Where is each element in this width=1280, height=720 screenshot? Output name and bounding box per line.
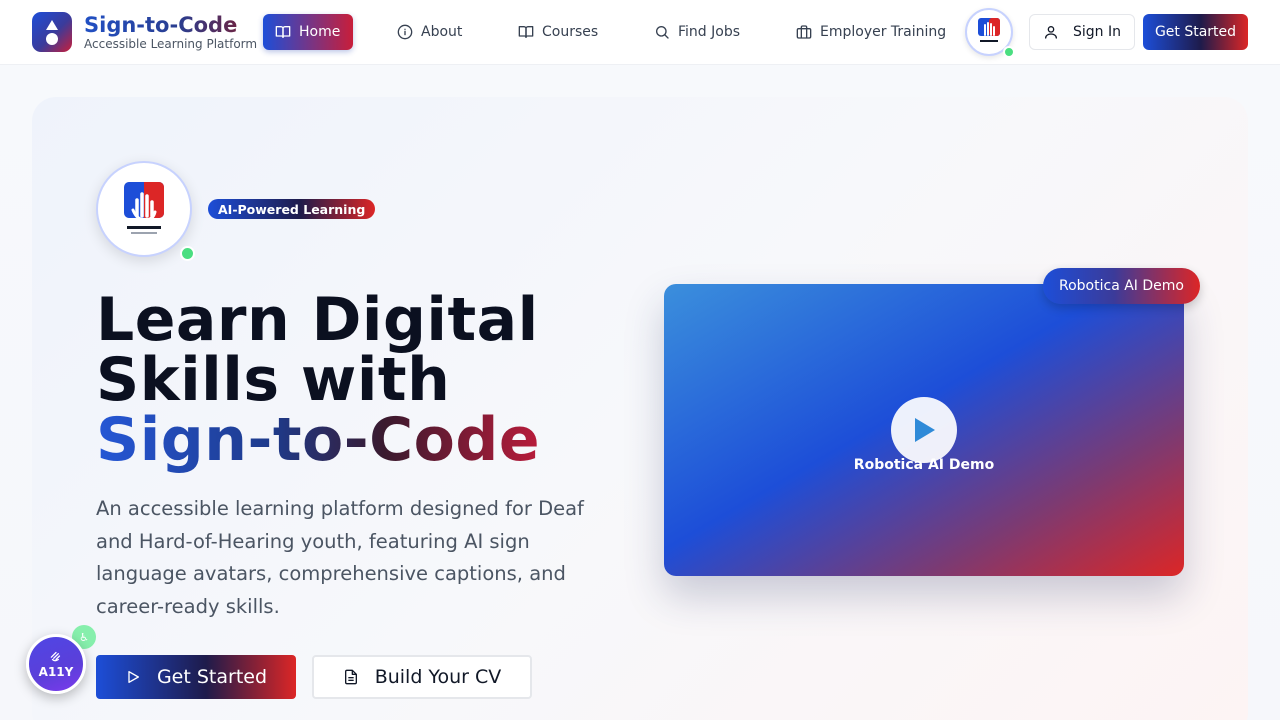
book-open-icon <box>518 26 534 38</box>
ai-powered-badge: AI-Powered Learning <box>208 199 376 219</box>
accessibility-widget-button[interactable]: A11Y <box>26 634 86 694</box>
play-button[interactable] <box>891 397 957 463</box>
hero-logo <box>96 161 192 257</box>
brand-tagline: Accessible Learning Platform <box>84 37 258 51</box>
brand-logo-icon <box>32 12 72 52</box>
nav-item-label: About <box>421 24 463 40</box>
get-started-button[interactable]: Get Started <box>96 655 296 699</box>
sign-to-code-logo-icon <box>124 182 164 234</box>
sign-to-code-logo-icon <box>978 18 1000 42</box>
user-icon <box>1045 26 1057 39</box>
brand-name: Sign-to-Code <box>84 13 257 37</box>
sign-in-button[interactable]: Sign In <box>1029 14 1135 50</box>
info-icon <box>397 24 413 40</box>
get-started-nav-button[interactable]: Get Started <box>1143 14 1248 50</box>
online-status-dot <box>180 246 195 261</box>
headline-brand: Sign-to-Code <box>96 405 541 475</box>
briefcase-icon <box>796 25 812 39</box>
search-icon <box>656 26 669 39</box>
hero-headline: Learn Digital Skills with Sign-to-Code <box>96 290 656 470</box>
nav-item-about[interactable]: About <box>385 14 474 50</box>
document-icon <box>344 669 357 685</box>
brand[interactable]: Sign-to-Code Accessible Learning Platfor… <box>32 12 257 52</box>
build-cv-label: Build Your CV <box>374 666 502 688</box>
get-started-label: Get Started <box>156 666 268 688</box>
nav-item-find-jobs[interactable]: Find Jobs <box>642 14 752 50</box>
nav-item-label: Find Jobs <box>678 24 741 40</box>
hero-description: An accessible learning platform designed… <box>96 497 584 618</box>
build-cv-button[interactable]: Build Your CV <box>312 655 532 699</box>
top-navigation: Sign-to-Code Accessible Learning Platfor… <box>0 0 1280 65</box>
nav-item-employer-training[interactable]: Employer Training <box>784 14 958 50</box>
nav-item-label: Home <box>299 24 341 40</box>
get-started-label: Get Started <box>1154 24 1237 40</box>
play-icon <box>915 418 935 442</box>
hand-icon <box>50 651 61 662</box>
nav-item-label: Courses <box>542 24 599 40</box>
nav-item-home[interactable]: Home <box>263 14 353 50</box>
sign-in-label: Sign In <box>1073 24 1121 40</box>
online-status-dot <box>1003 46 1015 58</box>
video-title: Robotica AI Demo <box>853 457 995 473</box>
nav-item-courses[interactable]: Courses <box>506 14 610 50</box>
nav-item-label: Employer Training <box>820 24 947 40</box>
video-player[interactable]: Robotica AI Demo <box>664 284 1184 576</box>
accessibility-label: A11Y <box>38 665 74 679</box>
book-open-icon <box>275 26 291 38</box>
play-outline-icon <box>128 671 139 683</box>
video-tag: Robotica AI Demo <box>1043 268 1200 304</box>
